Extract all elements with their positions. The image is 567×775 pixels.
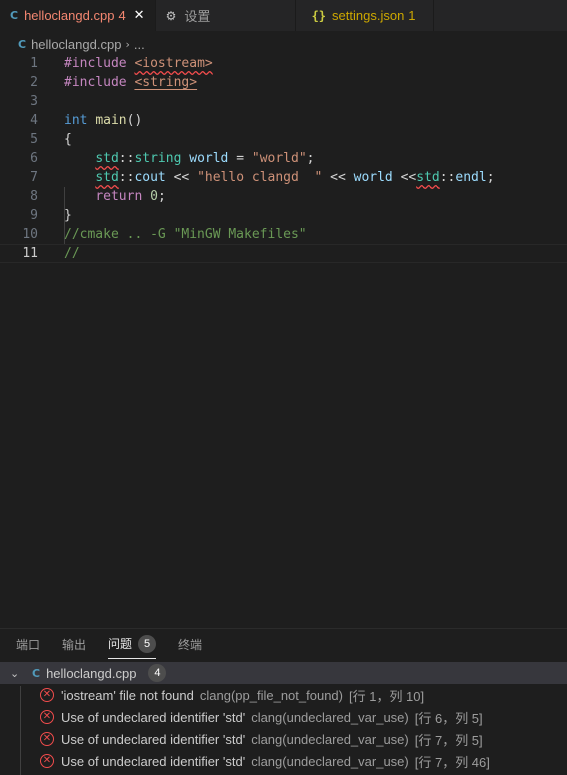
line-number: 3 <box>30 94 38 109</box>
cpp-file-icon: C <box>10 9 19 22</box>
code-line: 3 <box>0 92 567 111</box>
line-number: 6 <box>30 151 38 166</box>
line-number: 5 <box>30 132 38 147</box>
close-icon[interactable]: ✕ <box>134 8 145 23</box>
line-number: 7 <box>30 170 38 185</box>
tab-label: 设置 <box>184 9 211 24</box>
cpp-file-icon: C <box>32 666 41 680</box>
line-number: 8 <box>30 189 38 204</box>
tab-label: 问题 <box>108 637 133 651</box>
problem-message: Use of undeclared identifier 'std' <box>61 731 246 747</box>
error-icon: ✕ <box>40 732 54 746</box>
line-number: 2 <box>30 75 38 90</box>
cpp-file-icon: C <box>18 37 27 51</box>
code-line: 4 int main() <box>0 111 567 130</box>
chevron-down-icon[interactable]: ⌄ <box>10 667 22 680</box>
problem-item[interactable]: ✕ Use of undeclared identifier 'std' cla… <box>40 728 483 750</box>
tree-indent-guide <box>20 686 21 775</box>
code-line: 9 } <box>0 206 567 225</box>
breadcrumb-file[interactable]: helloclangd.cpp <box>31 37 121 52</box>
code-editor[interactable]: 1 #include <iostream> 2 #include <string… <box>0 54 567 624</box>
tab-problem-count: 4 <box>118 8 126 23</box>
error-icon: ✕ <box>40 710 54 724</box>
line-number: 9 <box>30 208 38 223</box>
problems-file-row[interactable]: ⌄ C helloclangd.cpp 4 <box>0 662 567 684</box>
tab-helloclangd-cpp[interactable]: C helloclangd.cpp 4 ✕ <box>0 0 156 31</box>
line-code: return 0; <box>95 189 166 204</box>
code-line-current: 11 // <box>0 244 567 263</box>
tab-label: settings.json <box>332 8 405 23</box>
tab-ports[interactable]: 端口 <box>16 629 40 659</box>
problem-item[interactable]: ✕ Use of undeclared identifier 'std' cla… <box>40 750 490 772</box>
problem-location: [行 1，列 10] <box>348 688 425 704</box>
code-line: 8 return 0; <box>0 187 567 206</box>
line-code: { <box>64 132 72 147</box>
code-line: 2 #include <string> <box>0 73 567 92</box>
panel-tabs: 端口 输出 问题 5 终端 <box>0 629 208 659</box>
problem-message: Use of undeclared identifier 'std' <box>61 709 246 725</box>
breadcrumb: C helloclangd.cpp › ... <box>18 35 145 53</box>
problem-location: [行 7，列 46] <box>414 754 490 770</box>
line-number: 11 <box>22 246 38 261</box>
problem-item[interactable]: ✕ Use of undeclared identifier 'std' cla… <box>40 706 483 728</box>
json-file-icon: {} <box>311 8 327 23</box>
tab-settings[interactable]: ⚙ 设置 <box>156 0 296 31</box>
breadcrumb-more[interactable]: ... <box>134 37 145 52</box>
tab-label: helloclangd.cpp <box>24 8 115 23</box>
problem-source: clang(undeclared_var_use) <box>251 709 409 725</box>
problem-item[interactable]: ✕ 'iostream' file not found clang(pp_fil… <box>40 684 424 706</box>
error-icon: ✕ <box>40 688 54 702</box>
line-number: 1 <box>30 56 38 71</box>
problem-message: Use of undeclared identifier 'std' <box>61 753 246 769</box>
problem-source: clang(undeclared_var_use) <box>251 753 409 769</box>
tab-problems[interactable]: 问题 5 <box>108 629 157 659</box>
problems-file-name: helloclangd.cpp <box>46 665 137 681</box>
line-code: int main() <box>64 113 143 128</box>
problem-message: 'iostream' file not found <box>61 687 194 703</box>
code-line: 6 std::string world = "world"; <box>0 149 567 168</box>
tab-problem-count: 1 <box>408 8 416 23</box>
tab-label: 输出 <box>62 637 87 652</box>
tab-label: 端口 <box>16 637 41 652</box>
line-number: 4 <box>30 113 38 128</box>
chevron-right-icon: › <box>125 37 130 51</box>
line-code: std::cout << "hello clangd " << world <<… <box>95 170 495 185</box>
code-line: 10 //cmake .. -G "MinGW Makefiles" <box>0 225 567 244</box>
code-line: 5 { <box>0 130 567 149</box>
line-code: #include <iostream> <box>64 56 213 71</box>
problems-count-badge: 5 <box>138 634 157 653</box>
file-problem-count-badge: 4 <box>148 664 167 682</box>
line-code: //cmake .. -G "MinGW Makefiles" <box>64 227 307 242</box>
problem-source: clang(pp_file_not_found) <box>199 687 343 703</box>
bottom-panel: 端口 输出 问题 5 终端 ⌄ C helloclangd.cpp 4 ✕ 'i… <box>0 628 567 775</box>
settings-icon: ⚙ <box>165 8 177 23</box>
code-line: 1 #include <iostream> <box>0 54 567 73</box>
problem-location: [行 6，列 5] <box>414 710 483 726</box>
tab-label: 终端 <box>178 637 203 652</box>
editor-tab-bar: C helloclangd.cpp 4 ✕ ⚙ 设置 {} settings.j… <box>0 0 567 31</box>
error-icon: ✕ <box>40 754 54 768</box>
line-code: } <box>64 208 72 223</box>
line-number: 10 <box>22 227 38 242</box>
code-line: 7 std::cout << "hello clangd " << world … <box>0 168 567 187</box>
tab-terminal[interactable]: 终端 <box>178 629 202 659</box>
tab-output[interactable]: 输出 <box>62 629 86 659</box>
problem-location: [行 7，列 5] <box>414 732 483 748</box>
line-code: #include <string> <box>64 75 198 90</box>
line-code: std::string world = "world"; <box>95 151 315 166</box>
line-code: // <box>64 246 80 261</box>
problem-source: clang(undeclared_var_use) <box>251 731 409 747</box>
tab-settings-json[interactable]: {} settings.json 1 <box>296 0 434 31</box>
